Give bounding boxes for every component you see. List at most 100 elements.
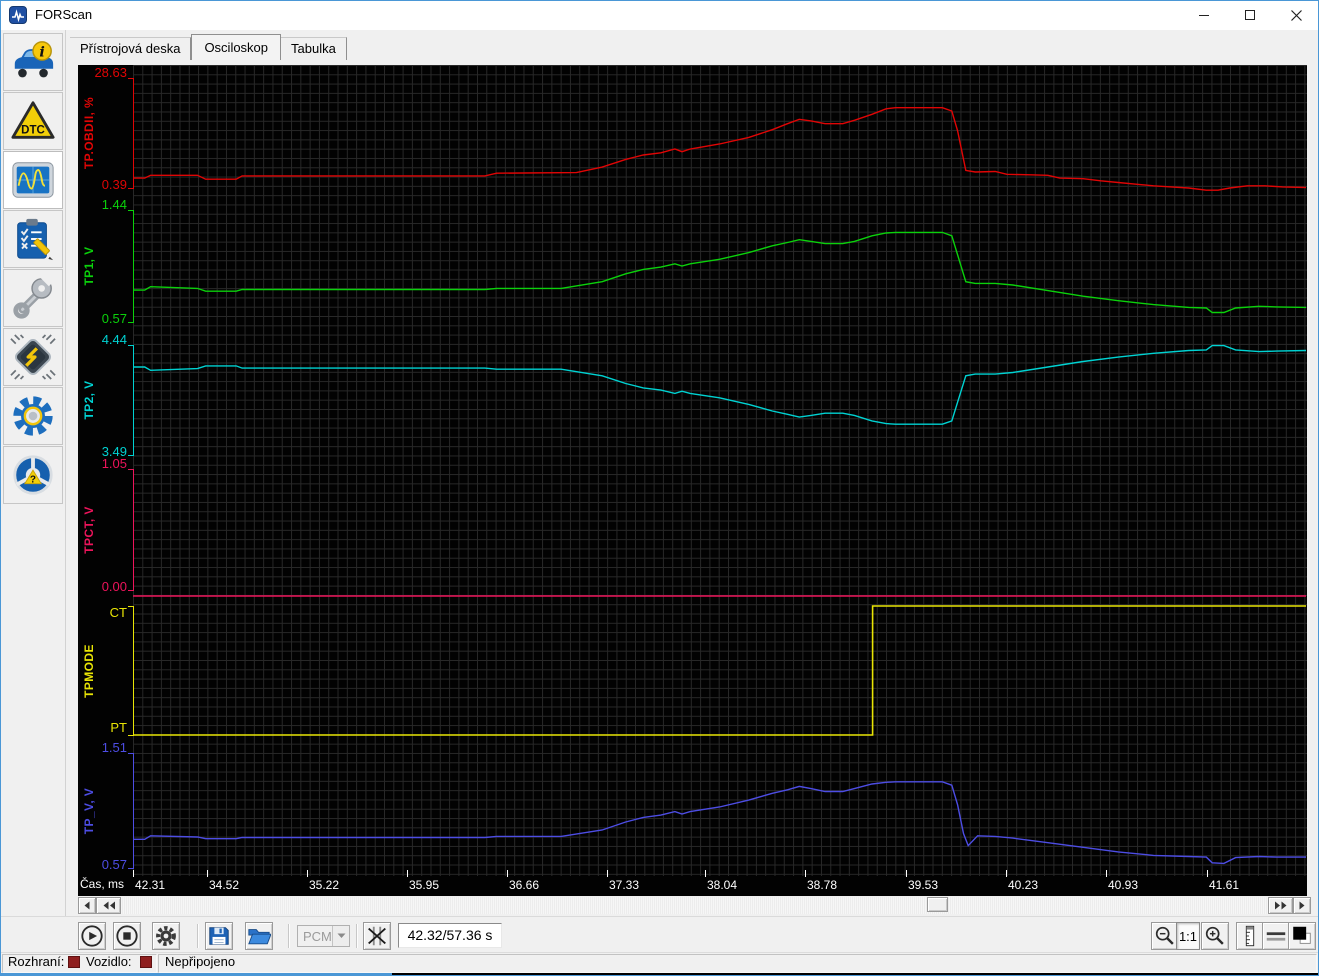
open-button[interactable] — [245, 922, 273, 950]
play-icon — [81, 925, 103, 947]
sidebar-item-dtc[interactable]: DTC — [3, 92, 63, 150]
x-axis-tick: 40.93 — [1105, 870, 1139, 892]
tab-dashboard[interactable]: Přístrojová deska — [70, 37, 192, 60]
sidebar-item-service-functions[interactable] — [3, 269, 63, 327]
save-floppy-icon — [209, 927, 229, 945]
sidebar-item-oscilloscope[interactable] — [3, 151, 63, 209]
close-button[interactable] — [1273, 0, 1319, 30]
maximize-icon — [1245, 10, 1255, 20]
signal-name-label: TP1, V — [82, 246, 96, 286]
minimize-button[interactable] — [1181, 0, 1227, 30]
signal-axis-bracket — [128, 753, 134, 869]
signal-axis-bracket — [128, 469, 134, 591]
vehicle-label: Vozidlo: — [86, 954, 132, 969]
background-color-button[interactable] — [1288, 922, 1316, 950]
signal-trace — [133, 231, 1307, 314]
save-button[interactable] — [205, 922, 233, 950]
ruler-measure-button[interactable] — [1236, 922, 1264, 950]
sidebar-item-configuration[interactable] — [3, 328, 63, 386]
x-axis-tick: 35.95 — [406, 870, 440, 892]
scrollbar-thumb[interactable] — [927, 897, 948, 912]
oscilloscope-panel: Čas, ms TP.OBDII, % 28.63 0.39 TP1, V 1.44 0.… — [78, 65, 1307, 896]
interface-label: Rozhraní: — [8, 954, 65, 969]
lines-icon — [1266, 932, 1286, 941]
scroll-far-left-button[interactable] — [96, 897, 121, 914]
toolbar-separator — [288, 924, 290, 948]
svg-text:i: i — [39, 44, 44, 60]
module-select-value: PCM — [303, 928, 332, 944]
help-steering-wheel-icon: ? — [13, 455, 53, 495]
signal-trace — [133, 344, 1307, 425]
ruler-icon — [1245, 925, 1255, 947]
wrench-icon — [13, 275, 56, 319]
x-axis-tick: 42.31 — [132, 870, 166, 892]
connection-status-text: Nepřipojeno — [165, 954, 236, 969]
signal-axis-bracket — [128, 78, 134, 189]
sidebar: i DTC ? — [1, 30, 66, 952]
open-folder-icon — [248, 929, 271, 945]
sidebar-item-vehicle-info[interactable]: i — [3, 33, 63, 91]
tab-table[interactable]: Tabulka — [281, 37, 347, 60]
chevron-down-icon — [337, 933, 345, 938]
signal-name-label: TP.OBDII, % — [82, 96, 96, 170]
stop-icon — [116, 925, 138, 947]
sidebar-item-tests[interactable] — [3, 210, 63, 268]
minimize-icon — [1199, 15, 1209, 16]
maximize-button[interactable] — [1227, 0, 1273, 30]
x-axis-tick: 34.52 — [206, 870, 240, 892]
signal-traces-layer — [128, 78, 1307, 869]
scope-settings-button[interactable] — [152, 922, 180, 950]
arrow-right-icon — [1299, 901, 1305, 910]
signal-min-label: 0.39 — [101, 177, 127, 192]
signal-trace — [133, 107, 1307, 191]
gear-icon — [13, 396, 53, 436]
signal-max-label: 1.51 — [101, 740, 127, 755]
play-button[interactable] — [78, 922, 106, 950]
svg-text:?: ? — [30, 475, 36, 486]
x-axis-tick: 39.53 — [905, 870, 939, 892]
line-style-button[interactable] — [1262, 922, 1290, 950]
signal-trace — [133, 605, 1306, 736]
signal-min-label: 0.57 — [101, 311, 127, 326]
forscan-window: FORScan i DTC ? Přístrojová deska Oscilo… — [0, 0, 1319, 976]
scroll-far-right-button[interactable] — [1268, 897, 1293, 914]
scroll-left-button[interactable] — [78, 897, 96, 914]
chip-icon — [10, 334, 56, 380]
gear-icon — [156, 926, 176, 946]
signal-max-label: 1.44 — [101, 197, 127, 212]
signal-min-label: 0.57 — [101, 857, 127, 872]
markers-crossed-icon — [368, 926, 386, 946]
scrollbar-track[interactable] — [121, 897, 1268, 914]
x-axis-tick: 38.04 — [704, 870, 738, 892]
toolbar-separator — [356, 924, 358, 948]
x-axis-tick: 36.66 — [506, 870, 540, 892]
arrow-double-left-icon — [103, 901, 115, 910]
color-squares-icon — [1293, 926, 1311, 944]
toggle-markers-button[interactable] — [363, 922, 391, 950]
sidebar-item-settings[interactable] — [3, 387, 63, 445]
zoom-one-to-one-button[interactable]: 1:1 — [1176, 922, 1200, 950]
module-select-dropdown[interactable]: PCM — [297, 925, 350, 947]
dropdown-arrow-button[interactable] — [332, 926, 349, 946]
signal-axis-bracket — [128, 345, 134, 456]
toolbar-separator — [197, 924, 199, 948]
time-position-display: 42.32/57.36 s — [398, 923, 502, 948]
zoom-out-icon — [1155, 926, 1174, 945]
window-title: FORScan — [35, 7, 93, 22]
scroll-right-button[interactable] — [1293, 897, 1311, 914]
tab-oscilloscope[interactable]: Osciloskop — [191, 34, 282, 60]
signal-max-label: 1.05 — [101, 456, 127, 471]
svg-text:DTC: DTC — [21, 124, 45, 136]
signal-name-label: TP2, V — [82, 380, 96, 420]
x-axis-tick: 41.61 — [1206, 870, 1240, 892]
zoom-in-icon — [1205, 926, 1224, 945]
close-icon — [1290, 9, 1302, 21]
tab-bar: Přístrojová deska Osciloskop Tabulka — [70, 32, 347, 60]
signal-axis-bracket — [128, 210, 134, 323]
sidebar-item-help[interactable]: ? — [3, 446, 63, 504]
zoom-in-button[interactable] — [1201, 922, 1229, 950]
stop-button[interactable] — [113, 922, 141, 950]
zoom-out-button[interactable] — [1151, 922, 1179, 950]
arrow-double-right-icon — [1274, 901, 1286, 910]
signal-max-label: 4.44 — [101, 332, 127, 347]
